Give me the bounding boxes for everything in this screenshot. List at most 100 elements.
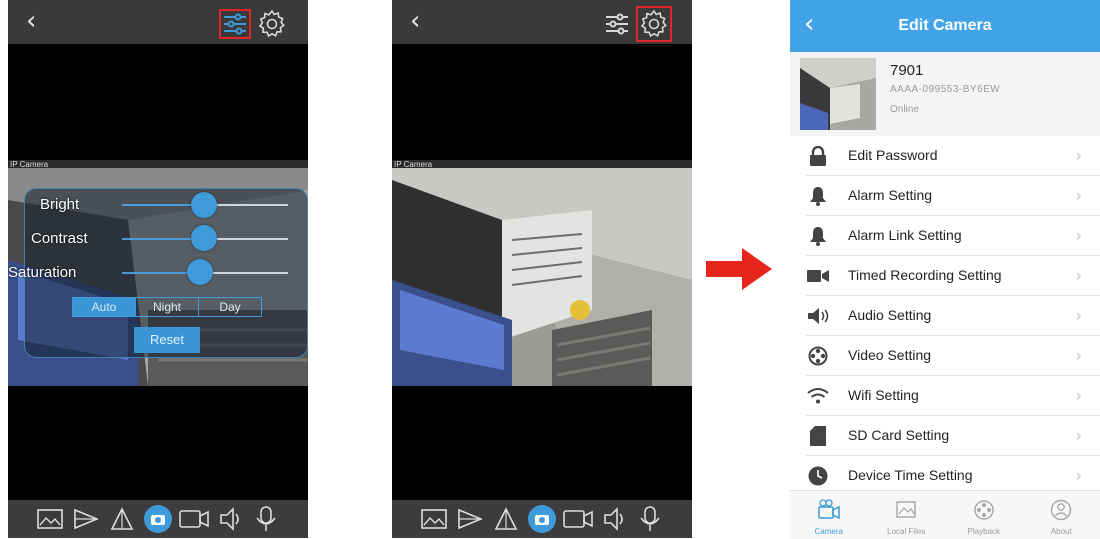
- phone-screen-live-view: ‹: [392, 0, 692, 538]
- camera-tab-icon: [817, 499, 841, 521]
- contrast-slider-knob[interactable]: [191, 225, 217, 251]
- chevron-right-icon: ›: [1076, 266, 1082, 285]
- mode-selector: Auto Night Day: [72, 297, 262, 317]
- video-camera-icon: [806, 264, 830, 288]
- menu-label: Edit Password: [848, 147, 937, 163]
- menu-item-alarm-link-setting[interactable]: Alarm Link Setting ›: [806, 216, 1100, 256]
- menu-item-edit-password[interactable]: Edit Password ›: [806, 136, 1100, 176]
- menu-label: Timed Recording Setting: [848, 267, 1002, 283]
- menu-label: Alarm Link Setting: [848, 227, 962, 243]
- lock-icon: [806, 144, 830, 168]
- tab-label: Camera: [790, 527, 868, 536]
- camera-video-feed[interactable]: IP Camera: [392, 160, 692, 386]
- edit-camera-screen: ‹ Edit Camera 7901 AAAA-099553-BY6EW Onl…: [790, 0, 1100, 538]
- top-bar: ‹: [8, 0, 308, 44]
- microphone-icon[interactable]: [635, 504, 665, 534]
- speaker-icon[interactable]: [599, 504, 629, 534]
- mode-auto-button[interactable]: Auto: [73, 298, 136, 316]
- top-bar: ‹: [392, 0, 692, 44]
- video-overlay-label: IP Camera: [10, 160, 48, 169]
- bottom-toolbar: [392, 500, 692, 538]
- chevron-right-icon: ›: [1076, 226, 1082, 245]
- slider-label-bright: Bright: [40, 196, 79, 213]
- mode-day-button[interactable]: Day: [199, 298, 261, 316]
- speaker-icon[interactable]: [215, 504, 245, 534]
- record-video-icon[interactable]: [179, 504, 209, 534]
- menu-label: Wifi Setting: [848, 387, 919, 403]
- film-reel-icon: [806, 344, 830, 368]
- mirror-icon[interactable]: [107, 504, 137, 534]
- contrast-slider-track: [206, 238, 288, 240]
- tab-label: About: [1023, 527, 1100, 536]
- wifi-icon: [806, 384, 830, 408]
- flip-icon[interactable]: [71, 504, 101, 534]
- saturation-slider-track: [202, 272, 288, 274]
- flip-icon[interactable]: [455, 504, 485, 534]
- menu-item-timed-recording-setting[interactable]: Timed Recording Setting ›: [806, 256, 1100, 296]
- saturation-slider-knob[interactable]: [187, 259, 213, 285]
- camera-snapshot-icon[interactable]: [527, 504, 557, 534]
- chevron-right-icon: ›: [1076, 466, 1082, 485]
- menu-item-alarm-setting[interactable]: Alarm Setting ›: [806, 176, 1100, 216]
- chevron-right-icon: ›: [1076, 146, 1082, 165]
- menu-item-video-setting[interactable]: Video Setting ›: [806, 336, 1100, 376]
- reset-button[interactable]: Reset: [134, 327, 200, 353]
- record-video-icon[interactable]: [563, 504, 593, 534]
- menu-label: SD Card Setting: [848, 427, 949, 443]
- camera-name: 7901: [890, 62, 923, 79]
- gear-icon[interactable]: [256, 8, 288, 40]
- clock-icon: [806, 464, 830, 488]
- adjust-sliders-icon[interactable]: [604, 11, 630, 37]
- mirror-icon[interactable]: [491, 504, 521, 534]
- bottom-toolbar: [8, 500, 308, 538]
- camera-snapshot-icon[interactable]: [143, 504, 173, 534]
- red-arrow-icon: [706, 248, 772, 290]
- video-frame-image: [392, 160, 692, 386]
- camera-thumbnail: [800, 58, 876, 130]
- tab-about[interactable]: About: [1023, 491, 1100, 539]
- menu-label: Video Setting: [848, 347, 931, 363]
- menu-label: Audio Setting: [848, 307, 931, 323]
- tab-label: Local Files: [868, 527, 946, 536]
- nav-bar: ‹ Edit Camera: [790, 0, 1100, 52]
- chevron-right-icon: ›: [1076, 386, 1082, 405]
- tab-label: Playback: [945, 527, 1023, 536]
- image-folder-icon: [894, 499, 918, 521]
- page-title: Edit Camera: [790, 17, 1100, 35]
- tab-camera[interactable]: Camera: [790, 491, 868, 539]
- phone-screen-image-adjust: ‹: [8, 0, 308, 538]
- slider-label-contrast: Contrast: [31, 230, 88, 247]
- sd-card-icon: [806, 424, 830, 448]
- chevron-right-icon: ›: [1076, 346, 1082, 365]
- bell-icon: [806, 224, 830, 248]
- snapshot-gallery-icon[interactable]: [419, 504, 449, 534]
- camera-status: Online: [890, 104, 919, 115]
- menu-item-sd-card-setting[interactable]: SD Card Setting ›: [806, 416, 1100, 456]
- slider-label-saturation: Saturation: [8, 264, 76, 281]
- camera-info-card[interactable]: 7901 AAAA-099553-BY6EW Online: [790, 52, 1100, 136]
- snapshot-gallery-icon[interactable]: [35, 504, 65, 534]
- menu-label: Alarm Setting: [848, 187, 932, 203]
- chevron-right-icon: ›: [1076, 186, 1082, 205]
- chevron-right-icon: ›: [1076, 426, 1082, 445]
- menu-item-wifi-setting[interactable]: Wifi Setting ›: [806, 376, 1100, 416]
- microphone-icon[interactable]: [251, 504, 281, 534]
- camera-uid: AAAA-099553-BY6EW: [890, 84, 1000, 95]
- mode-night-button[interactable]: Night: [136, 298, 199, 316]
- bright-slider-track: [206, 204, 288, 206]
- film-reel-tab-icon: [972, 499, 996, 521]
- tab-local-files[interactable]: Local Files: [868, 491, 946, 539]
- menu-item-audio-setting[interactable]: Audio Setting ›: [806, 296, 1100, 336]
- user-circle-icon: [1049, 499, 1073, 521]
- back-button[interactable]: ‹: [26, 8, 36, 34]
- gear-icon[interactable]: [638, 8, 670, 40]
- tab-playback[interactable]: Playback: [945, 491, 1023, 539]
- adjust-sliders-icon[interactable]: [222, 11, 248, 37]
- bright-slider-knob[interactable]: [191, 192, 217, 218]
- bell-icon: [806, 184, 830, 208]
- chevron-right-icon: ›: [1076, 306, 1082, 325]
- video-overlay-label: IP Camera: [394, 160, 432, 169]
- back-button[interactable]: ‹: [410, 8, 420, 34]
- tab-bar: Camera Local Files Playback About: [790, 490, 1100, 539]
- speaker-icon: [806, 304, 830, 328]
